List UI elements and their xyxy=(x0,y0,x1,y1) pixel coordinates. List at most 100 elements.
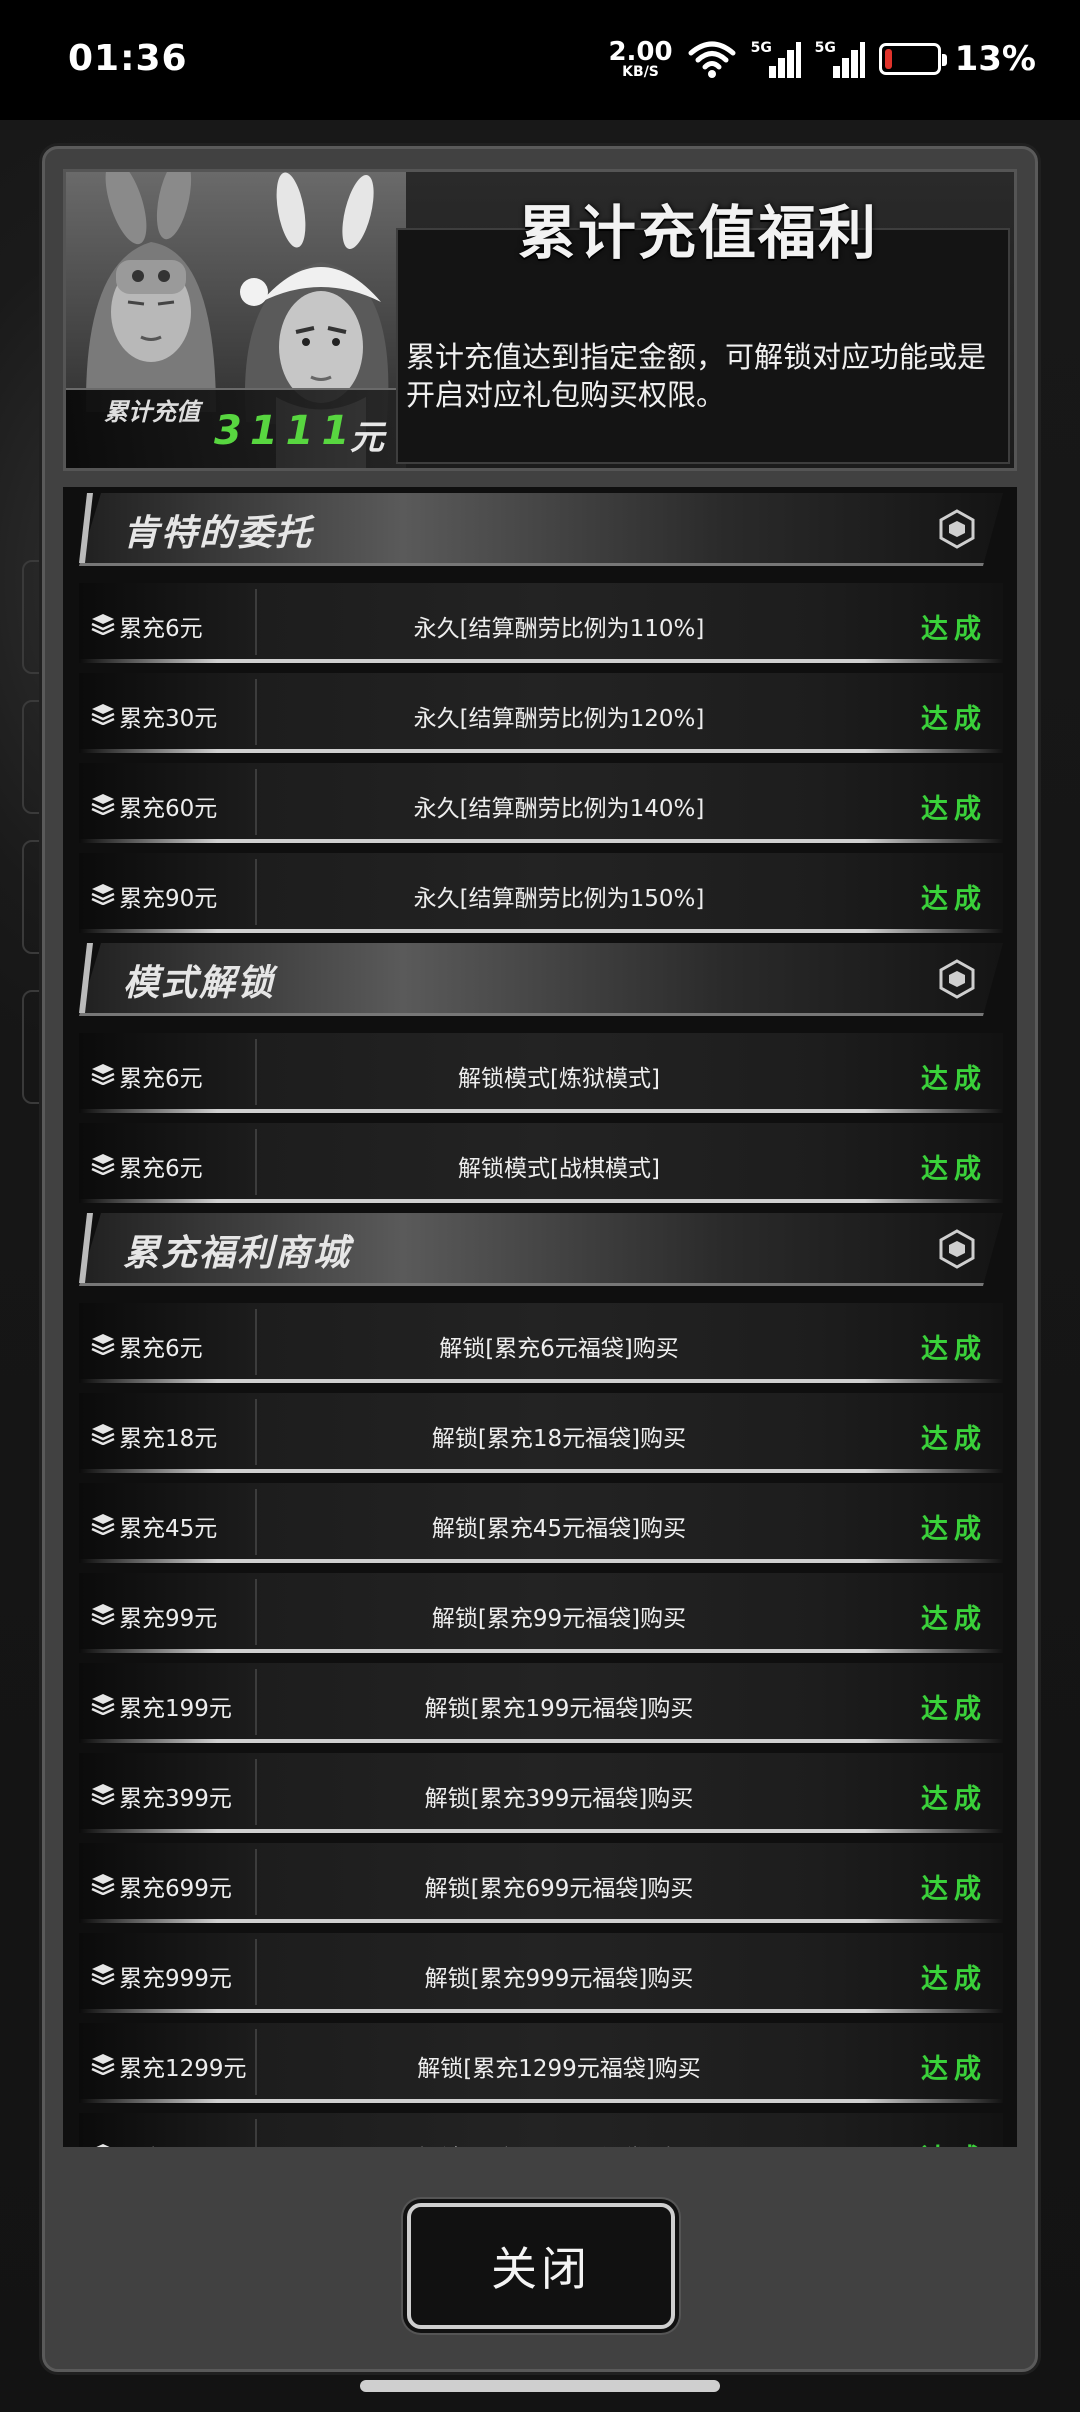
row-divider xyxy=(255,1309,257,1375)
status-achieved: 达成 xyxy=(921,884,987,915)
recharge-requirement: 累充1599元 xyxy=(119,2139,247,2147)
row-divider xyxy=(255,1849,257,1915)
benefit-reward: 永久[结算酬劳比例为150%] xyxy=(413,886,705,912)
benefit-row: 累充6元 解锁[累充6元福袋]购买 达成 xyxy=(79,1303,1003,1383)
network-speed-value: 2.00 xyxy=(608,37,673,67)
benefit-row: 累充699元 解锁[累充699元福袋]购买 达成 xyxy=(79,1843,1003,1923)
row-divider xyxy=(255,1579,257,1645)
benefit-reward: 解锁[累充999元福袋]购买 xyxy=(424,1966,694,1992)
section-header: 累充福利商城 xyxy=(79,1213,1003,1287)
stack-icon xyxy=(91,1423,115,1446)
benefit-row: 累充60元 永久[结算酬劳比例为140%] 达成 xyxy=(79,763,1003,843)
status-achieved: 达成 xyxy=(921,1334,987,1365)
close-button[interactable]: 关闭 xyxy=(407,2203,675,2329)
section-title: 累充福利商城 xyxy=(123,1233,352,1274)
benefit-row: 累充1299元 解锁[累充1299元福袋]购买 达成 xyxy=(79,2023,1003,2103)
dialog-header: 累计充值 3111 元 累计充值福利 累计充值达到指定金额，可解锁对应功能或是开… xyxy=(63,169,1017,471)
row-divider xyxy=(255,679,257,745)
benefit-reward: 解锁[累充18元福袋]购买 xyxy=(431,1426,687,1452)
status-achieved: 达成 xyxy=(921,1694,987,1725)
wifi-icon xyxy=(688,41,736,78)
stack-icon xyxy=(91,2143,115,2147)
benefit-row: 累充6元 解锁模式[炼狱模式] 达成 xyxy=(79,1033,1003,1113)
hexagon-icon[interactable] xyxy=(939,509,975,549)
stack-icon xyxy=(91,1063,115,1086)
recharge-requirement: 累充30元 xyxy=(119,706,218,732)
sim2-label: 5G xyxy=(814,40,836,56)
signal-icon-sim1: 5G xyxy=(751,40,801,78)
status-achieved: 达成 xyxy=(921,2137,987,2147)
recharge-benefits-dialog: 累计充值 3111 元 累计充值福利 累计充值达到指定金额，可解锁对应功能或是开… xyxy=(42,146,1038,2372)
recharge-requirement: 累充6元 xyxy=(119,1066,203,1092)
section-title: 模式解锁 xyxy=(123,963,276,1004)
benefit-row: 累充30元 永久[结算酬劳比例为120%] 达成 xyxy=(79,673,1003,753)
status-achieved: 达成 xyxy=(921,2054,987,2085)
recharge-requirement: 累充45元 xyxy=(119,1516,218,1542)
status-achieved: 达成 xyxy=(921,1784,987,1815)
status-achieved: 达成 xyxy=(921,1424,987,1455)
gesture-nav-handle[interactable] xyxy=(360,2380,720,2392)
row-divider xyxy=(255,1039,257,1105)
benefit-row: 累充999元 解锁[累充999元福袋]购买 达成 xyxy=(79,1933,1003,2013)
recharge-requirement: 累充18元 xyxy=(119,1426,218,1452)
benefit-reward: 解锁[累充1599元福袋]购买 xyxy=(259,2139,859,2147)
row-divider xyxy=(255,1759,257,1825)
benefit-row: 累充399元 解锁[累充399元福袋]购买 达成 xyxy=(79,1753,1003,1833)
stack-icon xyxy=(91,1153,115,1176)
benefit-reward: 永久[结算酬劳比例为140%] xyxy=(413,796,705,822)
benefit-reward: 解锁[累充699元福袋]购买 xyxy=(424,1876,694,1902)
row-divider xyxy=(255,1489,257,1555)
benefit-reward: 永久[结算酬劳比例为110%] xyxy=(413,616,705,642)
total-recharge-box: 累计充值 3111 元 xyxy=(66,388,406,468)
benefit-reward: 解锁模式[炼狱模式] xyxy=(458,1066,660,1092)
stack-icon xyxy=(91,1513,115,1536)
status-achieved: 达成 xyxy=(921,1154,987,1185)
network-speed: 2.00 KB/S xyxy=(608,39,672,79)
status-achieved: 达成 xyxy=(921,794,987,825)
status-achieved: 达成 xyxy=(921,1874,987,1905)
battery-percent: 13% xyxy=(954,39,1036,79)
benefit-reward: 解锁[累充45元福袋]购买 xyxy=(431,1516,687,1542)
stack-icon xyxy=(91,1333,115,1356)
stack-icon xyxy=(91,2053,115,2076)
recharge-requirement: 累充1299元 xyxy=(119,2056,247,2082)
recharge-requirement: 累充999元 xyxy=(119,1966,232,1992)
benefit-row: 累充1599元 解锁[累充1599元福袋]购买 达成 xyxy=(79,2113,1003,2147)
hexagon-icon[interactable] xyxy=(939,959,975,999)
benefit-reward: 解锁[累充199元福袋]购买 xyxy=(424,1696,694,1722)
hexagon-icon[interactable] xyxy=(939,1229,975,1269)
recharge-requirement: 累充199元 xyxy=(119,1696,232,1722)
battery-icon xyxy=(878,43,947,75)
total-recharge-label: 累计充值 xyxy=(104,398,200,426)
battery-level xyxy=(884,49,892,69)
sim1-label: 5G xyxy=(750,40,772,56)
stack-icon xyxy=(91,793,115,816)
benefits-list[interactable]: 肯特的委托 累充6元 永久[结算酬劳比例为110%] 达成 累充30元 永久[结算酬劳比例… xyxy=(63,487,1017,2147)
dialog-title: 累计充值福利 xyxy=(518,199,879,267)
benefit-reward: 解锁模式[战棋模式] xyxy=(458,1156,660,1182)
benefit-reward: 解锁[累充399元福袋]购买 xyxy=(424,1786,694,1812)
stack-icon xyxy=(91,1783,115,1806)
stack-icon xyxy=(91,703,115,726)
recharge-requirement: 累充6元 xyxy=(119,1156,203,1182)
benefit-reward: 解锁[累充6元福袋]购买 xyxy=(439,1336,679,1362)
section-header: 肯特的委托 xyxy=(79,493,1003,567)
benefit-row: 累充90元 永久[结算酬劳比例为150%] 达成 xyxy=(79,853,1003,933)
row-divider xyxy=(255,1129,257,1195)
status-bar: 01:36 2.00 KB/S 5G 5G 13% xyxy=(0,0,1080,120)
recharge-requirement: 累充6元 xyxy=(119,1336,203,1362)
section-header: 模式解锁 xyxy=(79,943,1003,1017)
row-divider xyxy=(255,1939,257,2005)
recharge-requirement: 累充90元 xyxy=(119,886,218,912)
recharge-requirement: 累充699元 xyxy=(119,1876,232,1902)
status-achieved: 达成 xyxy=(921,1604,987,1635)
row-divider xyxy=(255,2119,257,2147)
recharge-requirement: 累充60元 xyxy=(119,796,218,822)
row-divider xyxy=(255,1399,257,1465)
benefit-row: 累充199元 解锁[累充199元福袋]购买 达成 xyxy=(79,1663,1003,1743)
benefit-row: 累充45元 解锁[累充45元福袋]购买 达成 xyxy=(79,1483,1003,1563)
benefit-row: 累充6元 解锁模式[战棋模式] 达成 xyxy=(79,1123,1003,1203)
stack-icon xyxy=(91,1603,115,1626)
benefit-row: 累充18元 解锁[累充18元福袋]购买 达成 xyxy=(79,1393,1003,1473)
signal-icon-sim2: 5G xyxy=(815,40,865,78)
